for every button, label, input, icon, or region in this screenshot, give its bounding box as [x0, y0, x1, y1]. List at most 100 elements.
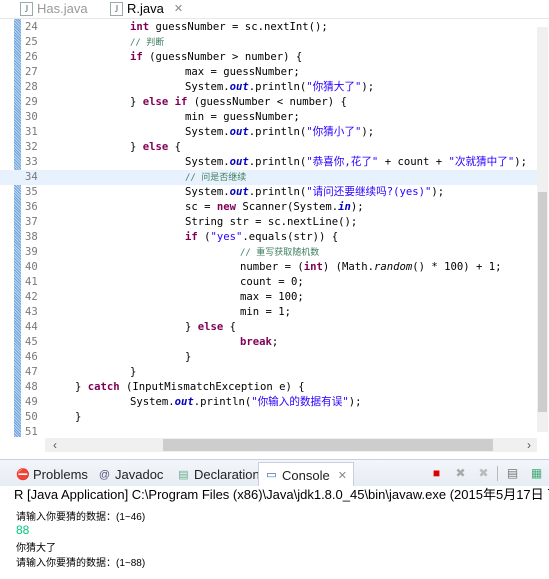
tab-label: R.java	[127, 1, 164, 16]
code-token: sc =	[185, 201, 217, 213]
code-token: if	[130, 51, 143, 63]
clear-console-icon[interactable]: ▤	[506, 467, 519, 480]
code-line[interactable]: 50}	[0, 410, 540, 425]
code-text: } catch (InputMismatchException e) {	[75, 380, 305, 395]
code-token: }	[130, 141, 143, 153]
tab-javadoc[interactable]: @ Javadoc	[98, 464, 164, 486]
scroll-right-icon[interactable]: ›	[527, 438, 531, 452]
tab-console[interactable]: ▭ Console ✕	[258, 462, 354, 488]
code-token: catch	[87, 381, 120, 393]
code-line[interactable]: 29} else if (guessNumber < number) {	[0, 95, 540, 110]
close-icon[interactable]: ✕	[338, 465, 347, 487]
tab-label: Has.java	[37, 1, 88, 16]
vertical-scrollbar[interactable]	[537, 27, 548, 432]
code-token: out	[229, 81, 249, 93]
code-token: else	[142, 141, 169, 153]
scroll-lock-icon[interactable]: ▦	[530, 467, 543, 480]
code-line[interactable]: 37 String str = sc.nextLine();	[0, 215, 540, 230]
code-line[interactable]: 42 max = 100;	[0, 290, 540, 305]
line-number: 51	[25, 426, 38, 438]
code-line[interactable]: 44} else {	[0, 320, 540, 335]
line-number: 46	[25, 351, 38, 363]
code-line[interactable]: 27 max = guessNumber;	[0, 65, 540, 80]
code-token: // 重写获取随机数	[240, 248, 320, 258]
code-token: String str = sc.nextLine();	[185, 216, 358, 228]
code-text: // 重写获取随机数	[240, 245, 319, 261]
code-token: );	[348, 396, 362, 408]
code-text: System.out.println("你猜小了");	[185, 125, 374, 140]
code-line[interactable]: 28 System.out.println("你猜大了");	[0, 80, 540, 95]
code-line[interactable]: 46}	[0, 350, 540, 365]
tab-has-java[interactable]: J Has.java	[20, 0, 88, 18]
code-line[interactable]: 25 // 判断	[0, 35, 540, 50]
code-text: sc = new Scanner(System.in);	[185, 200, 364, 215]
tab-problems[interactable]: ⛔ Problems	[16, 464, 88, 486]
code-line[interactable]: 38 if ("yes".equals(str)) {	[0, 230, 540, 245]
code-token: ) (Math.	[322, 261, 374, 273]
code-text: System.out.println("你输入的数据有误");	[130, 395, 361, 410]
scroll-thumb[interactable]	[163, 439, 493, 451]
code-line[interactable]: 34 // 问是否继续	[0, 170, 540, 185]
scroll-thumb[interactable]	[538, 192, 547, 412]
code-text: count = 0;	[240, 275, 304, 290]
code-token: "你猜大了"	[306, 81, 362, 93]
code-line[interactable]: 35 System.out.println("请问还要继续吗?(yes)");	[0, 185, 540, 200]
at-icon: @	[98, 468, 111, 481]
code-token: );	[431, 186, 445, 198]
line-number: 45	[25, 336, 38, 348]
code-line[interactable]: 48 } catch (InputMismatchException e) {	[0, 380, 540, 395]
code-line[interactable]: 41 count = 0;	[0, 275, 540, 290]
code-token: );	[514, 156, 527, 168]
code-token: .equals(str)) {	[242, 231, 339, 243]
code-token: "你猜小了"	[306, 126, 362, 138]
code-line[interactable]: 40 number = (int) (Math.random() * 100) +…	[0, 260, 540, 275]
code-line[interactable]: 32} else {	[0, 140, 540, 155]
line-number: 48	[25, 381, 38, 393]
remove-all-icon[interactable]: ✖	[477, 467, 490, 480]
code-token: Scanner(System.	[236, 201, 339, 213]
line-number: 33	[25, 156, 38, 168]
code-token: }	[185, 321, 198, 333]
java-file-icon: J	[20, 2, 33, 16]
code-token: .println(	[193, 396, 252, 408]
code-line[interactable]: 24 int guessNumber = sc.nextInt();	[0, 20, 540, 35]
code-token: in	[338, 201, 351, 213]
line-number: 26	[25, 51, 38, 63]
horizontal-scrollbar[interactable]: ‹ ›	[45, 438, 537, 452]
terminate-icon[interactable]: ■	[430, 467, 443, 480]
line-number: 40	[25, 261, 38, 273]
code-token: int	[303, 261, 323, 273]
code-token: (	[197, 231, 211, 243]
code-text: break;	[240, 335, 278, 350]
code-line[interactable]: 45 break;	[0, 335, 540, 350]
code-line[interactable]: 33 System.out.println("恭喜你,花了" + count + …	[0, 155, 540, 170]
code-token: .println(	[248, 81, 307, 93]
console-icon: ▭	[266, 469, 277, 481]
tab-r-java[interactable]: J R.java ✕	[110, 0, 183, 18]
code-text: // 判断	[130, 35, 164, 51]
code-token: "请问还要继续吗?(yes)"	[306, 186, 432, 198]
code-line[interactable]: 26 if (guessNumber > number) {	[0, 50, 540, 65]
code-editor[interactable]: 24 int guessNumber = sc.nextInt(); 25 // 判断…	[0, 19, 549, 439]
code-token: out	[229, 126, 249, 138]
code-token: }	[185, 351, 192, 363]
remove-launch-icon[interactable]: ✖	[454, 467, 467, 480]
code-line[interactable]: 47}	[0, 365, 540, 380]
code-line[interactable]: 39 // 重写获取随机数	[0, 245, 540, 260]
code-token: number = (	[240, 261, 304, 273]
code-token: int	[130, 21, 150, 33]
close-icon[interactable]: ✕	[174, 1, 183, 17]
code-line[interactable]: 36 sc = new Scanner(System.in);	[0, 200, 540, 215]
code-token: ;	[271, 336, 279, 348]
code-line[interactable]: 31 System.out.println("你猜小了");	[0, 125, 540, 140]
code-line[interactable]: 43 min = 1;	[0, 305, 540, 320]
scroll-left-icon[interactable]: ‹	[53, 438, 57, 452]
line-number: 43	[25, 306, 38, 318]
code-line[interactable]: 49 System.out.println("你输入的数据有误");	[0, 395, 540, 410]
code-token: }	[75, 411, 82, 423]
tab-label: Problems	[33, 467, 88, 482]
tab-declaration[interactable]: ▤ Declaration	[177, 464, 259, 486]
code-line[interactable]: 30 min = guessNumber;	[0, 110, 540, 125]
code-token: (guessNumber < number) {	[187, 96, 347, 108]
code-line[interactable]: 51	[0, 425, 540, 439]
